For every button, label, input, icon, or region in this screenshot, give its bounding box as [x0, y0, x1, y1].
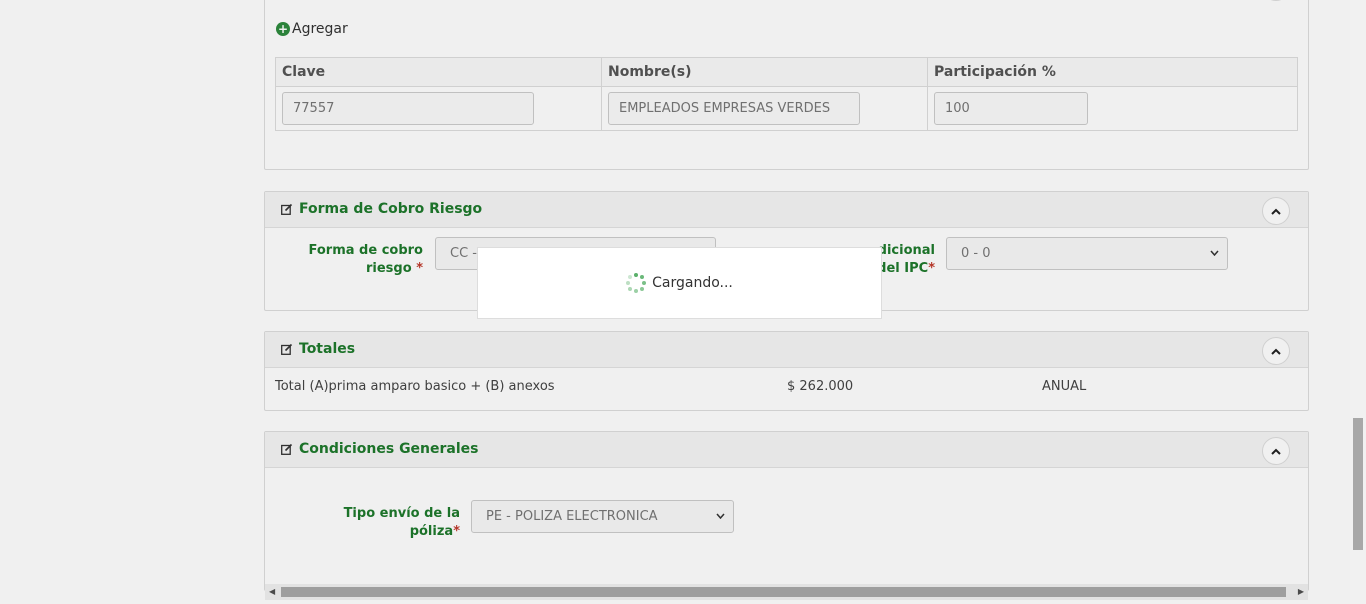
loading-modal: Cargando... [477, 247, 882, 319]
spinner-icon [626, 273, 647, 293]
vertical-scroll-thumb[interactable] [1353, 418, 1363, 550]
loading-text: Cargando... [652, 275, 733, 291]
vertical-scrollbar[interactable] [1350, 0, 1366, 604]
